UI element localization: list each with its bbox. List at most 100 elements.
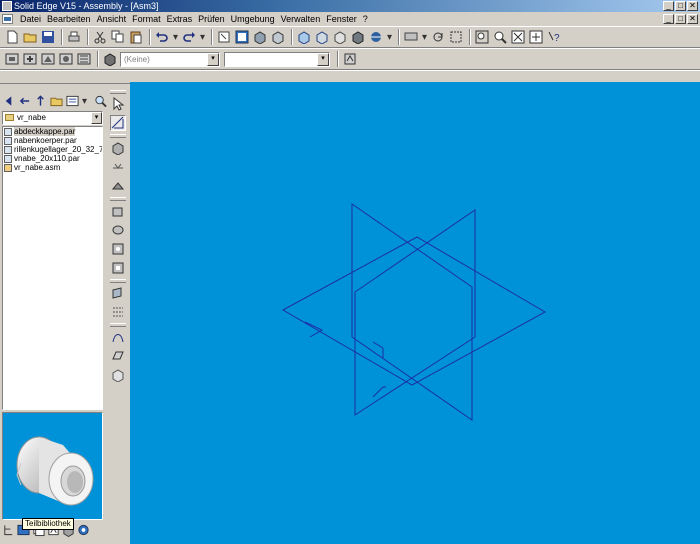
chevron-down-icon[interactable]: ▾ (317, 52, 329, 66)
close-button[interactable]: ✕ (687, 1, 698, 11)
menu-verwalten[interactable]: Verwalten (278, 14, 324, 24)
assembly-tool-icon-2[interactable] (22, 51, 38, 67)
list-item[interactable]: abdeckkappe.par (3, 127, 102, 136)
back-icon[interactable] (2, 95, 15, 108)
place-part-icon[interactable] (110, 140, 126, 156)
menu-bearbeiten[interactable]: Bearbeiten (44, 14, 94, 24)
menu-ansicht[interactable]: Ansicht (94, 14, 130, 24)
document-icon[interactable] (2, 14, 13, 24)
style-combo[interactable]: (Keine) ▾ (120, 51, 220, 67)
rotate-icon[interactable] (430, 29, 446, 45)
search-icon[interactable] (94, 95, 107, 108)
app-icon[interactable] (2, 1, 12, 11)
new-icon[interactable] (4, 29, 20, 45)
iso-view-icon[interactable] (296, 29, 312, 45)
dropdown-icon[interactable]: ▾ (386, 29, 393, 45)
zoom-fit-icon[interactable] (510, 29, 526, 45)
chevron-down-icon[interactable]: ▾ (91, 112, 102, 124)
folder-combo[interactable]: vr_nabe ▾ (2, 111, 103, 125)
layer-icon[interactable] (102, 51, 118, 67)
list-item[interactable]: vr_nabe.asm (3, 163, 102, 172)
tree-icon[interactable] (2, 524, 15, 537)
bushing-preview-image (16, 436, 94, 506)
doc-restore-button[interactable]: □ (675, 14, 686, 24)
settings-icon[interactable] (77, 524, 90, 537)
assembly-tool-icon-4[interactable] (58, 51, 74, 67)
list-item[interactable]: vnabe_20x110.par (3, 154, 102, 163)
menu-fenster[interactable]: Fenster (323, 14, 360, 24)
reference-plane[interactable] (281, 236, 547, 386)
reference-plane[interactable] (351, 203, 473, 421)
dropdown-icon[interactable]: ▾ (82, 95, 87, 108)
display-icon[interactable] (403, 29, 419, 45)
select-tool-icon[interactable] (216, 29, 232, 45)
dropdown-icon[interactable]: ▾ (421, 29, 428, 45)
maximize-button[interactable]: □ (675, 1, 686, 11)
mate-icon[interactable] (110, 159, 126, 175)
view-icon[interactable] (234, 29, 250, 45)
menu-extras[interactable]: Extras (164, 14, 196, 24)
menu-pruefen[interactable]: Prüfen (195, 14, 228, 24)
pattern-icon[interactable] (110, 304, 126, 320)
list-item[interactable]: nabenkoerper.par (3, 136, 102, 145)
part-icon[interactable] (270, 29, 286, 45)
redo-icon[interactable] (181, 29, 197, 45)
menu-format[interactable]: Format (129, 14, 164, 24)
solid-icon[interactable] (350, 29, 366, 45)
pan-icon[interactable] (528, 29, 544, 45)
doc-minimize-button[interactable]: _ (663, 14, 674, 24)
menu-help[interactable]: ? (360, 14, 371, 24)
part-file-icon (4, 136, 12, 145)
separator (291, 29, 293, 45)
extrude-icon[interactable] (110, 203, 126, 219)
part-file-icon (4, 145, 12, 154)
paste-icon[interactable] (128, 29, 144, 45)
toolbar-grip[interactable] (110, 90, 126, 94)
up-folder-icon[interactable] (34, 95, 47, 108)
select-arrow-icon[interactable] (110, 96, 126, 112)
zoom-icon[interactable] (492, 29, 508, 45)
plane-icon[interactable] (110, 285, 126, 301)
reference-plane[interactable] (354, 209, 476, 416)
save-icon[interactable] (40, 29, 56, 45)
undo-icon[interactable] (154, 29, 170, 45)
dropdown-icon[interactable]: ▾ (199, 29, 206, 45)
file-name: abdeckkappe.par (14, 127, 76, 136)
assembly-tool-icon-3[interactable] (40, 51, 56, 67)
fit-icon[interactable] (448, 29, 464, 45)
open-icon[interactable] (22, 29, 38, 45)
cut-icon[interactable] (92, 29, 108, 45)
assembly-tool-icon-1[interactable] (4, 51, 20, 67)
align-icon[interactable] (110, 178, 126, 194)
cutout-icon[interactable] (110, 260, 126, 276)
surface-icon[interactable] (110, 348, 126, 364)
reference-planes-drawing[interactable] (130, 82, 700, 544)
curve-icon[interactable] (110, 329, 126, 345)
graphics-viewport[interactable] (130, 82, 700, 544)
view-mode-icon[interactable] (66, 95, 79, 108)
menu-datei[interactable]: Datei (17, 14, 44, 24)
box-icon[interactable] (332, 29, 348, 45)
assembly-tool-icon-5[interactable] (76, 51, 92, 67)
component-icon[interactable] (110, 367, 126, 383)
print-icon[interactable] (66, 29, 82, 45)
list-item[interactable]: rillenkugellager_20_32_7.p (3, 145, 102, 154)
hole-icon[interactable] (110, 241, 126, 257)
doc-close-button[interactable]: ✕ (687, 14, 698, 24)
sketch-icon[interactable] (110, 115, 126, 131)
dropdown-icon[interactable]: ▾ (172, 29, 179, 45)
help-icon[interactable]: ? (546, 29, 562, 45)
menu-umgebung[interactable]: Umgebung (228, 14, 278, 24)
properties-icon[interactable] (342, 51, 358, 67)
chevron-down-icon[interactable]: ▾ (207, 52, 219, 66)
new-folder-icon[interactable] (50, 95, 63, 108)
top-view-icon[interactable] (314, 29, 330, 45)
shaded-icon[interactable] (252, 29, 268, 45)
forward-icon[interactable] (18, 95, 31, 108)
sphere-icon[interactable] (368, 29, 384, 45)
filter-combo[interactable]: ▾ (224, 51, 330, 67)
copy-icon[interactable] (110, 29, 126, 45)
revolve-icon[interactable] (110, 222, 126, 238)
minimize-button[interactable]: _ (663, 1, 674, 11)
zoom-area-icon[interactable] (474, 29, 490, 45)
